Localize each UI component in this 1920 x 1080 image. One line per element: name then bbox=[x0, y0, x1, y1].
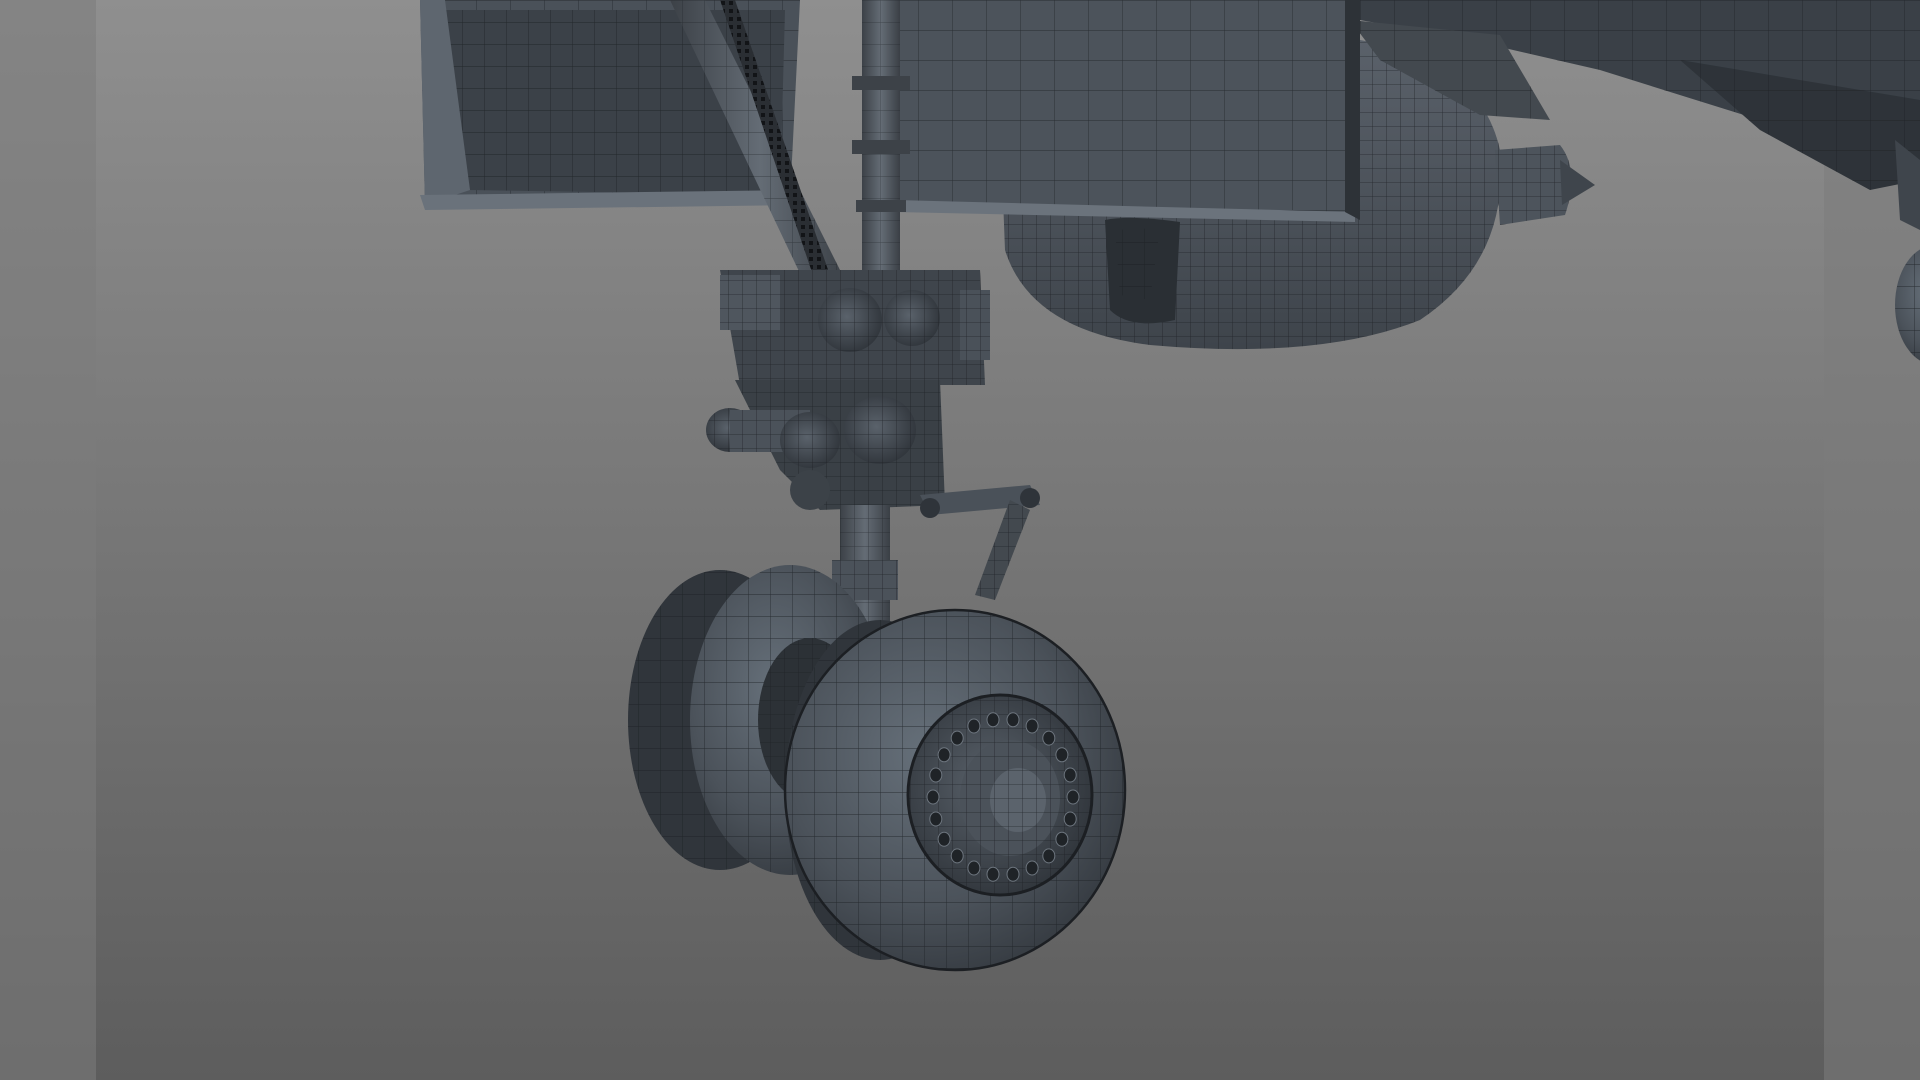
wing-flap-fairing bbox=[895, 0, 1360, 222]
left-side-band bbox=[0, 0, 96, 1080]
scene-canvas bbox=[0, 0, 1920, 1080]
wheel-bolt bbox=[1006, 866, 1020, 882]
wheel-bolt bbox=[1055, 747, 1069, 763]
wheel-bolt bbox=[1006, 712, 1020, 728]
wheel-bolt bbox=[1042, 730, 1056, 746]
wheel-bolt bbox=[929, 767, 943, 783]
wheel-bolt bbox=[967, 718, 981, 734]
wheel-bolt bbox=[1042, 848, 1056, 864]
wheel-bolt bbox=[926, 789, 940, 805]
wheel-bolt bbox=[986, 712, 1000, 728]
wheel-bolt bbox=[950, 730, 964, 746]
wheel-bolt bbox=[986, 866, 1000, 882]
wheel-bolt bbox=[937, 831, 951, 847]
wheel-bolt bbox=[967, 860, 981, 876]
wheel-bolt bbox=[1066, 789, 1080, 805]
wheel-bolt bbox=[950, 848, 964, 864]
wheel-bolt bbox=[1055, 831, 1069, 847]
3d-viewport[interactable] bbox=[0, 0, 1920, 1080]
front-wheel bbox=[783, 608, 1127, 972]
wheel-bolt bbox=[1025, 860, 1039, 876]
wheel-bolt bbox=[929, 811, 943, 827]
wheel-bolt bbox=[1025, 718, 1039, 734]
actuator-housing bbox=[720, 270, 990, 385]
wheel-bolt bbox=[937, 747, 951, 763]
wheel-bolt bbox=[1063, 811, 1077, 827]
wheel-bolt bbox=[1063, 767, 1077, 783]
